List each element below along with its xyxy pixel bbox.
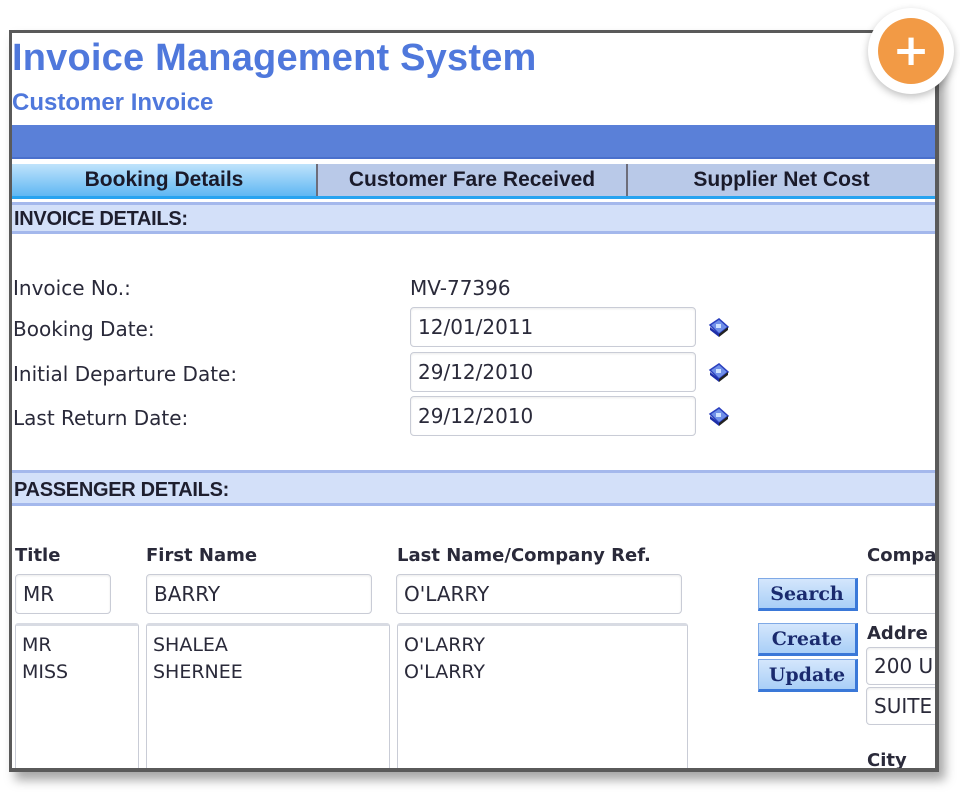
update-button[interactable]: Update bbox=[758, 659, 858, 692]
list-item[interactable]: MR bbox=[22, 632, 132, 659]
first-name-list[interactable]: SHALEA SHERNEE bbox=[146, 623, 390, 768]
title-input[interactable] bbox=[15, 574, 111, 614]
add-button[interactable]: + bbox=[868, 8, 954, 94]
invoice-no-label: Invoice No.: bbox=[13, 276, 131, 300]
page-subtitle: Customer Invoice bbox=[12, 89, 214, 116]
tab-bar: Booking Details Customer Fare Received S… bbox=[12, 164, 935, 199]
search-button[interactable]: Search bbox=[758, 578, 858, 611]
first-name-input[interactable] bbox=[146, 574, 372, 614]
invoice-no-value: MV-77396 bbox=[410, 276, 511, 300]
initial-departure-input[interactable] bbox=[410, 352, 696, 392]
address-column-header: Addre bbox=[867, 623, 928, 644]
first-name-column-header: First Name bbox=[146, 545, 258, 566]
invoice-details-header: INVOICE DETAILS: bbox=[12, 202, 935, 234]
title-list[interactable]: MR MISS bbox=[15, 623, 139, 768]
passenger-details-header: PASSENGER DETAILS: bbox=[12, 470, 935, 506]
list-item[interactable]: O'LARRY bbox=[404, 659, 681, 686]
list-item[interactable]: SHERNEE bbox=[153, 659, 383, 686]
create-button[interactable]: Create bbox=[758, 623, 858, 656]
calendar-icon[interactable] bbox=[708, 361, 730, 383]
last-name-input[interactable] bbox=[396, 574, 682, 614]
address-line2-input[interactable] bbox=[866, 687, 935, 725]
list-item[interactable]: MISS bbox=[22, 659, 132, 686]
last-return-input[interactable] bbox=[410, 396, 696, 436]
passenger-details-title: PASSENGER DETAILS: bbox=[14, 479, 229, 501]
tab-customer-fare-received[interactable]: Customer Fare Received bbox=[318, 164, 628, 196]
plus-icon: + bbox=[878, 18, 944, 84]
company-column-header: Compa bbox=[867, 545, 937, 566]
company-input[interactable] bbox=[866, 574, 935, 614]
tab-booking-details[interactable]: Booking Details bbox=[12, 164, 318, 196]
last-return-label: Last Return Date: bbox=[13, 406, 189, 430]
title-column-header: Title bbox=[15, 545, 61, 566]
invoice-details-title: INVOICE DETAILS: bbox=[14, 208, 188, 230]
app-title: Invoice Management System bbox=[12, 37, 537, 79]
last-name-list[interactable]: O'LARRY O'LARRY bbox=[397, 623, 688, 768]
initial-departure-label: Initial Departure Date: bbox=[13, 362, 238, 386]
list-item[interactable]: O'LARRY bbox=[404, 632, 681, 659]
app-window: Invoice Management System Customer Invoi… bbox=[9, 30, 939, 772]
tab-supplier-net-cost[interactable]: Supplier Net Cost bbox=[628, 164, 935, 196]
city-column-header: City bbox=[867, 750, 907, 771]
list-item[interactable]: SHALEA bbox=[153, 632, 383, 659]
last-name-column-header: Last Name/Company Ref. bbox=[397, 545, 651, 566]
address-line1-input[interactable] bbox=[866, 647, 935, 685]
calendar-icon[interactable] bbox=[708, 316, 730, 338]
booking-date-input[interactable] bbox=[410, 307, 696, 347]
booking-date-label: Booking Date: bbox=[13, 317, 155, 341]
header-bar bbox=[12, 125, 935, 159]
calendar-icon[interactable] bbox=[708, 405, 730, 427]
